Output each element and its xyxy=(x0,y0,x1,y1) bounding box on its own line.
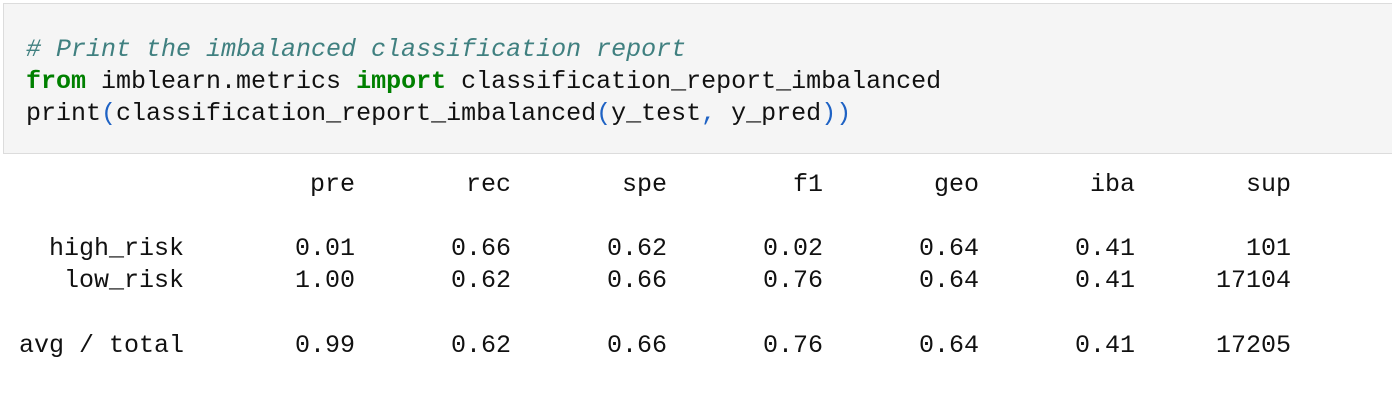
open-paren-outer: ( xyxy=(101,99,117,128)
row-label-low-risk: low_risk xyxy=(63,266,184,295)
table-cell: 0.66 xyxy=(606,331,667,360)
table-cell: 0.02 xyxy=(762,234,823,263)
column-header-geo: geo xyxy=(933,170,979,199)
table-cell: 1.00 xyxy=(294,266,355,295)
table-cell: 17205 xyxy=(1215,331,1291,360)
arg-y-pred: y_pred xyxy=(716,99,822,128)
table-cell: 0.76 xyxy=(762,331,823,360)
close-parens: )) xyxy=(821,99,852,128)
column-header-rec: rec xyxy=(465,170,511,199)
table-cell: 0.76 xyxy=(762,266,823,295)
report-function: classification_report_imbalanced xyxy=(116,99,597,128)
code-line-import: from imblearn.metrics import classificat… xyxy=(26,66,941,98)
keyword-from: from xyxy=(26,67,87,96)
code-comment: # Print the imbalanced classification re… xyxy=(26,35,687,64)
imported-name: classification_report_imbalanced xyxy=(446,67,942,96)
module-name: imblearn.metrics xyxy=(86,67,357,96)
arg-y-test: y_test xyxy=(611,99,702,128)
table-cell: 0.66 xyxy=(450,234,511,263)
table-cell: 0.41 xyxy=(1074,234,1135,263)
table-cell: 0.62 xyxy=(450,331,511,360)
column-header-pre: pre xyxy=(309,170,355,199)
column-header-spe: spe xyxy=(621,170,667,199)
column-header-iba: iba xyxy=(1089,170,1135,199)
table-cell: 0.41 xyxy=(1074,266,1135,295)
table-cell: 0.64 xyxy=(918,234,979,263)
row-label-avg-total: avg / total xyxy=(18,331,184,360)
column-header-f1: f1 xyxy=(792,170,823,199)
table-cell: 0.99 xyxy=(294,331,355,360)
table-cell: 17104 xyxy=(1215,266,1291,295)
code-line-print: print(classification_report_imbalanced(y… xyxy=(26,98,851,130)
table-cell: 0.41 xyxy=(1074,331,1135,360)
comma: , xyxy=(701,99,717,128)
code-input-cell[interactable]: # Print the imbalanced classification re… xyxy=(3,3,1392,154)
row-label-high-risk: high_risk xyxy=(48,234,184,263)
table-cell: 101 xyxy=(1245,234,1291,263)
open-paren-inner: ( xyxy=(596,99,612,128)
table-cell: 0.01 xyxy=(294,234,355,263)
table-cell: 0.66 xyxy=(606,266,667,295)
table-cell: 0.64 xyxy=(918,331,979,360)
table-cell: 0.62 xyxy=(450,266,511,295)
print-function: print xyxy=(26,99,102,128)
output-area: pre rec spe f1 geo iba sup high_risk 0.0… xyxy=(0,154,1392,400)
code-line-comment: # Print the imbalanced classification re… xyxy=(26,34,686,66)
table-cell: 0.62 xyxy=(606,234,667,263)
column-header-sup: sup xyxy=(1245,170,1291,199)
keyword-import: import xyxy=(356,67,447,96)
table-cell: 0.64 xyxy=(918,266,979,295)
